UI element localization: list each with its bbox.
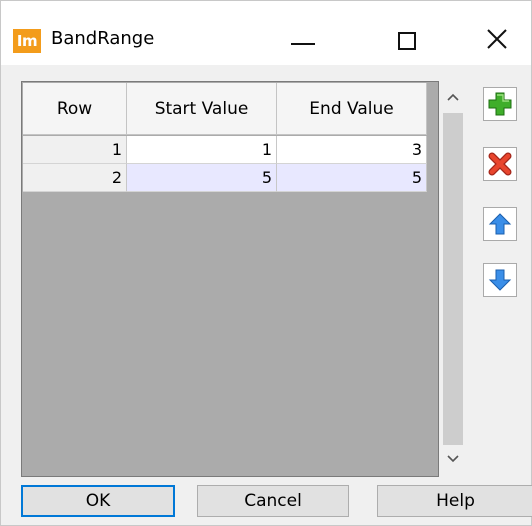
- grid-header: Row Start Value End Value: [23, 83, 427, 135]
- cancel-button[interactable]: Cancel: [197, 485, 349, 517]
- add-row-button[interactable]: [483, 87, 517, 121]
- close-button[interactable]: [467, 15, 527, 63]
- scroll-thumb[interactable]: [443, 113, 463, 445]
- close-icon: [487, 29, 507, 49]
- scroll-up-icon[interactable]: [447, 93, 459, 101]
- end-value-cell[interactable]: 3: [277, 136, 427, 164]
- column-header-row[interactable]: Row: [23, 83, 127, 135]
- band-range-grid[interactable]: Row Start Value End Value 1 1 3 2 5 5: [21, 81, 439, 477]
- delete-icon: [488, 152, 512, 176]
- row-number-cell[interactable]: 2: [23, 164, 127, 192]
- vertical-scrollbar[interactable]: [439, 81, 467, 477]
- column-header-start-value[interactable]: Start Value: [127, 83, 277, 135]
- row-number-cell[interactable]: 1: [23, 136, 127, 164]
- app-icon: Im: [13, 29, 41, 53]
- minimize-button[interactable]: [269, 15, 329, 63]
- minimize-icon: [291, 43, 315, 45]
- start-value-cell[interactable]: 5: [127, 164, 277, 192]
- window-title: BandRange: [51, 28, 155, 49]
- table-row[interactable]: 1 1 3: [23, 136, 427, 164]
- ok-button[interactable]: OK: [21, 485, 175, 517]
- maximize-button[interactable]: [375, 15, 435, 63]
- start-value-cell[interactable]: 1: [127, 136, 277, 164]
- title-bar: Im BandRange: [1, 1, 531, 65]
- move-up-icon: [488, 213, 512, 235]
- scroll-down-icon[interactable]: [447, 455, 459, 463]
- bandrange-dialog: Im BandRange Row Start Value End Value 1…: [0, 0, 532, 526]
- column-header-end-value[interactable]: End Value: [277, 83, 427, 135]
- move-up-button[interactable]: [483, 207, 517, 241]
- add-icon: [488, 92, 512, 116]
- move-down-icon: [488, 269, 512, 291]
- maximize-icon: [398, 32, 416, 50]
- end-value-cell[interactable]: 5: [277, 164, 427, 192]
- delete-row-button[interactable]: [483, 147, 517, 181]
- table-row[interactable]: 2 5 5: [23, 164, 427, 192]
- move-down-button[interactable]: [483, 263, 517, 297]
- help-button[interactable]: Help: [377, 485, 532, 517]
